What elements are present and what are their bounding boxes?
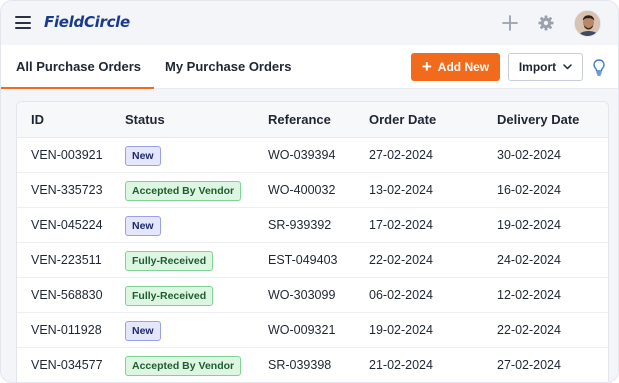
table-row[interactable]: VEN-011928 New WO-009321 19-02-2024 22-02-20… [17,313,608,348]
column-header-order-date[interactable]: Order Date [369,102,436,138]
app-frame: FieldCircle All Purchase Orders My Purch… [0,0,619,383]
menu-icon[interactable] [15,16,31,29]
cell-reference: WO-303099 [268,288,336,302]
table-row[interactable]: VEN-045224 New SR-939392 17-02-2024 19-02-20… [17,208,608,243]
cell-order-date: 13-02-2024 [369,183,433,197]
status-badge: Accepted By Vendor [125,356,242,376]
cell-delivery-date: 22-02-2024 [497,323,561,337]
cell-id[interactable]: VEN-045224 [31,208,103,243]
plus-icon[interactable] [500,13,520,33]
add-new-label: Add New [437,60,490,74]
cell-id[interactable]: VEN-011928 [31,313,102,348]
cell-reference: WO-400032 [268,183,336,197]
column-header-id[interactable]: ID [31,102,44,138]
import-dropdown[interactable]: Import [508,53,583,81]
tab-bar: All Purchase Orders My Purchase Orders +… [1,45,618,89]
cell-id[interactable]: VEN-568830 [31,278,103,313]
table-row[interactable]: VEN-568830 Fully-Received WO-303099 06-02-2… [17,278,608,313]
cell-reference: SR-939392 [268,218,332,232]
cell-id[interactable]: VEN-034577 [31,348,103,382]
cell-delivery-date: 19-02-2024 [497,218,561,232]
column-header-delivery-date[interactable]: Delivery Date [497,102,579,138]
table-row[interactable]: VEN-034577 Accepted By Vendor SR-039398 21-… [17,348,608,382]
cell-id[interactable]: VEN-223511 [31,243,102,278]
gear-icon[interactable] [536,13,556,33]
table-row[interactable]: VEN-335723 Accepted By Vendor WO-400032 13-… [17,173,608,208]
cell-order-date: 22-02-2024 [369,253,433,267]
cell-reference: WO-039394 [268,148,336,162]
chevron-down-icon [563,64,572,70]
cell-id[interactable]: VEN-335723 [31,173,103,208]
cell-reference: WO-009321 [268,323,336,337]
column-header-status[interactable]: Status [125,102,165,138]
cell-order-date: 17-02-2024 [369,218,433,232]
cell-reference: EST-049403 [268,253,338,267]
cell-delivery-date: 12-02-2024 [497,288,561,302]
cell-delivery-date: 24-02-2024 [497,253,561,267]
app-logo[interactable]: FieldCircle [44,13,130,31]
import-label: Import [518,60,557,74]
status-badge: New [125,321,161,341]
tab-my-purchase-orders[interactable]: My Purchase Orders [165,45,291,89]
table-row[interactable]: VEN-003921 New WO-039394 27-02-2024 30-02-20… [17,138,608,173]
user-avatar-icon [575,11,600,36]
table-header: ID Status Referance Order Date Delivery … [17,102,608,138]
tab-all-purchase-orders[interactable]: All Purchase Orders [16,45,141,89]
cell-reference: SR-039398 [268,358,332,372]
table-row[interactable]: VEN-223511 Fully-Received EST-049403 22-02-… [17,243,608,278]
cell-order-date: 21-02-2024 [369,358,433,372]
status-badge: Fully-Received [125,251,214,271]
cell-order-date: 19-02-2024 [369,323,433,337]
cell-order-date: 06-02-2024 [369,288,433,302]
status-badge: New [125,216,161,236]
status-badge: New [125,146,161,166]
cell-delivery-date: 30-02-2024 [497,148,561,162]
column-header-reference[interactable]: Referance [268,102,331,138]
cell-delivery-date: 16-02-2024 [497,183,561,197]
top-bar: FieldCircle [1,1,618,45]
cell-order-date: 27-02-2024 [369,148,433,162]
cell-delivery-date: 27-02-2024 [497,358,561,372]
cell-id[interactable]: VEN-003921 [31,138,103,173]
plus-icon: + [421,56,432,76]
purchase-orders-table: ID Status Referance Order Date Delivery … [16,101,609,382]
status-badge: Fully-Received [125,286,214,306]
active-tab-indicator [1,87,154,89]
add-new-button[interactable]: + Add New [411,53,500,81]
avatar[interactable] [574,10,601,37]
status-badge: Accepted By Vendor [125,181,242,201]
lightbulb-icon[interactable] [589,57,609,77]
